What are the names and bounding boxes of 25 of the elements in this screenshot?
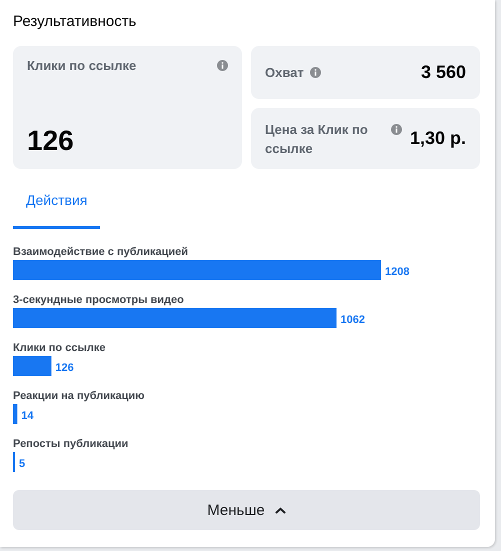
- category-label: 3-секундные просмотры видео: [13, 294, 184, 306]
- caret-icon: [274, 506, 286, 514]
- info-icon[interactable]: [391, 124, 402, 135]
- metric-value: 3 560: [420, 62, 466, 83]
- metric-label: Клики по ссылке: [27, 58, 136, 73]
- collapse-button[interactable]: Меньше: [13, 490, 480, 530]
- bar: [13, 356, 52, 376]
- value-label: 126: [55, 362, 74, 374]
- metric-value: 1,30 р.: [410, 128, 466, 149]
- category-label: Репосты публикации: [13, 438, 128, 450]
- value-label: 5: [19, 458, 26, 470]
- tab[interactable]: Действия: [13, 188, 100, 229]
- metric-label: Охват: [265, 64, 304, 82]
- category-label: Клики по ссылке: [13, 342, 106, 354]
- category-label: Взаимодействие с публикацией: [13, 246, 188, 258]
- value-label: 1208: [385, 266, 410, 278]
- metric-label: Цена за Клик по ссылке: [265, 120, 369, 158]
- section-title: Результативность: [13, 13, 138, 32]
- bar: [13, 404, 18, 424]
- value-label: 1062: [340, 314, 365, 326]
- metric-value: 126: [27, 125, 75, 157]
- value-label: 14: [21, 410, 34, 422]
- info-icon[interactable]: [217, 60, 228, 71]
- info-icon[interactable]: [310, 67, 321, 78]
- category-label: Реакции на публикацию: [13, 390, 145, 402]
